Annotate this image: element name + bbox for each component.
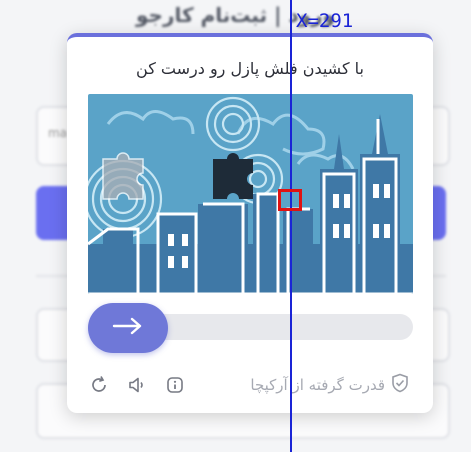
target-marker [278, 189, 302, 211]
captcha-tools [89, 375, 185, 395]
captcha-instruction: با کشیدن فلش پازل رو درست کن [136, 59, 364, 78]
background-page-title: ورود | ثبت‌نام کارجو [136, 3, 335, 27]
background-field-hint: ma [48, 126, 68, 140]
arrow-right-icon [111, 316, 145, 340]
powered-by: قدرت گرفته از آرکپچا [250, 373, 409, 397]
puzzle-slot [213, 153, 253, 199]
puzzle-piece [102, 152, 144, 200]
captcha-dialog: با کشیدن فلش پازل رو درست کن قدرت گرفته … [67, 33, 433, 413]
refresh-icon[interactable] [89, 375, 109, 395]
sound-icon[interactable] [127, 375, 147, 395]
info-icon[interactable] [165, 375, 185, 395]
x-coordinate-label: X=291 [296, 10, 354, 32]
shield-check-icon [391, 373, 409, 397]
powered-by-text: قدرت گرفته از آرکپچا [250, 376, 385, 394]
puzzle-image [88, 94, 413, 294]
x-guide-line [290, 0, 292, 452]
slider-handle[interactable] [88, 303, 168, 353]
